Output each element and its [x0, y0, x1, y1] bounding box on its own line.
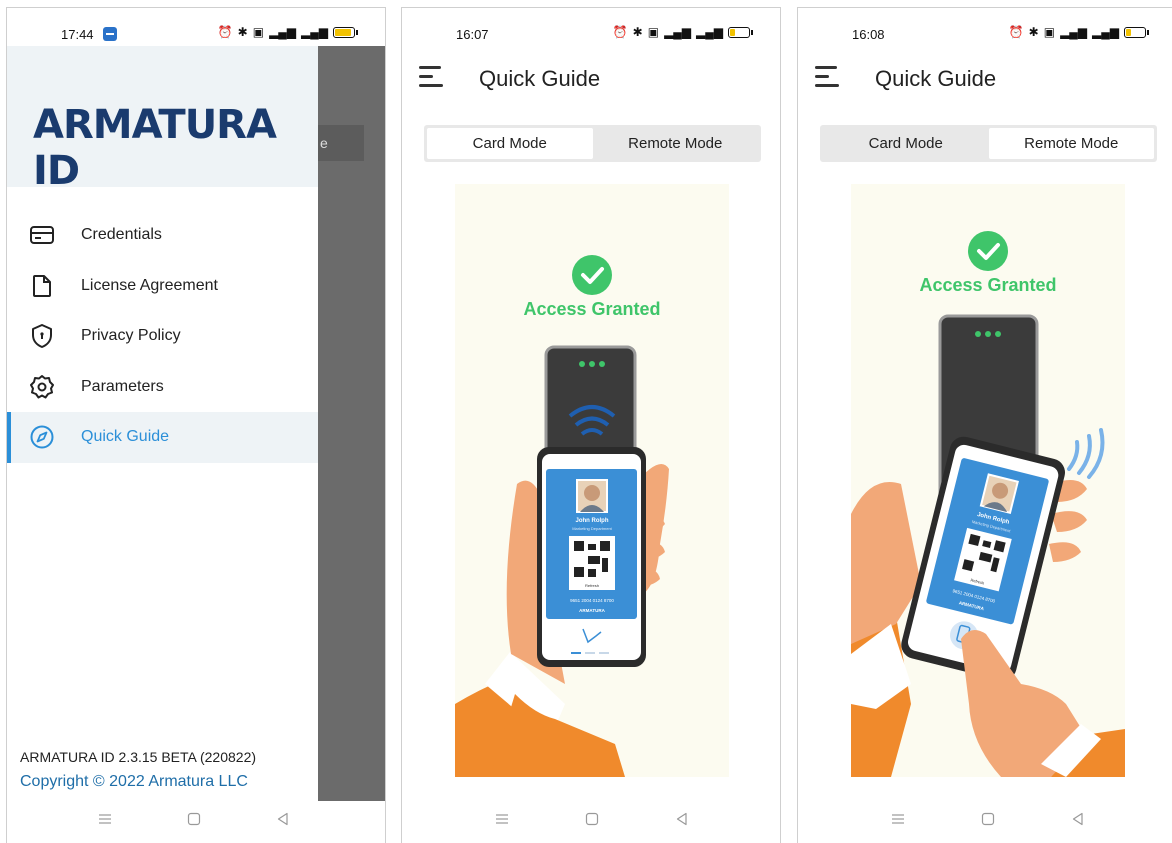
gear-icon: [27, 372, 57, 402]
menu-item-credentials[interactable]: Credentials: [7, 210, 318, 261]
signal-icon-2: ▂▄▆: [301, 25, 328, 39]
mode-segmented-control: Card Mode Remote Mode: [820, 125, 1157, 162]
status-icons: ⏰ ✱ ▣ ▂▄▆ ▂▄▆: [217, 25, 358, 39]
system-nav-bar: [7, 801, 385, 843]
copyright-text: Copyright © 2022 Armatura LLC: [20, 773, 248, 790]
signal-icon-2: ▂▄▆: [696, 25, 723, 39]
menu-label: Quick Guide: [81, 428, 170, 446]
back-button[interactable]: [1068, 809, 1088, 829]
status-icons: ⏰ ✱ ▣ ▂▄▆ ▂▄▆: [612, 25, 753, 39]
logo-id: ID: [33, 148, 80, 194]
app-bar: Quick Guide: [402, 48, 780, 108]
home-button[interactable]: [978, 809, 998, 829]
hd-icon: ▣: [1043, 25, 1056, 39]
app-version: ARMATURA ID 2.3.15 BETA (220822): [20, 749, 257, 765]
mode-segmented-control: Card Mode Remote Mode: [424, 125, 761, 162]
phone-screen-drawer: 17:44 ⏰ ✱ ▣ ▂▄▆ ▂▄▆ e ARMATURA ID Creden…: [6, 7, 386, 843]
recents-button[interactable]: [492, 809, 512, 829]
battery-icon: [728, 26, 753, 38]
access-granted-text: Access Granted: [919, 275, 1056, 295]
home-button[interactable]: [184, 809, 204, 829]
bluetooth-icon: ✱: [632, 25, 643, 39]
status-time: 16:08: [852, 27, 885, 42]
menu-label: License Agreement: [81, 276, 218, 294]
access-granted-text: Access Granted: [523, 299, 660, 319]
check-badge-icon: [572, 255, 612, 295]
status-bar: 17:44 ⏰ ✱ ▣ ▂▄▆ ▂▄▆: [7, 8, 385, 48]
check-badge-icon: [968, 231, 1008, 271]
back-button[interactable]: [273, 809, 293, 829]
status-bar: 16:07 ⏰ ✱ ▣ ▂▄▆ ▂▄▆: [402, 8, 780, 48]
bluetooth-icon: ✱: [237, 25, 248, 39]
shield-icon: [27, 321, 57, 351]
logo-text: ARMATURA: [33, 102, 277, 148]
status-bar: 16:08 ⏰ ✱ ▣ ▂▄▆ ▂▄▆: [798, 8, 1172, 48]
menu-label: Privacy Policy: [81, 327, 181, 345]
battery-icon: [1124, 26, 1149, 38]
system-nav-bar: [798, 801, 1172, 843]
menu-label: Credentials: [81, 226, 162, 244]
page-title: Quick Guide: [479, 66, 601, 91]
back-button[interactable]: [672, 809, 692, 829]
card-name: John Rolph: [576, 518, 609, 524]
card-brand: ARMATURA: [579, 608, 605, 613]
tab-card-mode[interactable]: Card Mode: [823, 128, 989, 159]
bluetooth-icon: ✱: [1028, 25, 1039, 39]
menu-icon[interactable]: [815, 66, 841, 88]
menu-item-parameters[interactable]: Parameters: [7, 362, 318, 413]
drawer-menu: Credentials License Agreement Privacy Po…: [7, 210, 318, 463]
armatura-logo: ARMATURA ID: [33, 102, 318, 194]
alarm-icon: ⏰: [1008, 25, 1024, 39]
battery-icon: [333, 26, 358, 38]
page-title: Quick Guide: [875, 66, 997, 91]
drawer-header: ARMATURA ID: [7, 46, 318, 194]
signal-icon: ▂▄▆: [664, 25, 692, 39]
tab-remote-mode[interactable]: Remote Mode: [988, 128, 1154, 159]
menu-item-privacy-policy[interactable]: Privacy Policy: [7, 311, 318, 362]
navigation-drawer: ARMATURA ID Credentials License Agreemen…: [7, 46, 318, 809]
card-number: 9651 2004 0124 8700: [570, 598, 614, 603]
recents-button[interactable]: [888, 809, 908, 829]
drawer-footer: ARMATURA ID 2.3.15 BETA (220822) Copyrig…: [20, 749, 256, 791]
remote-mode-illustration: Access Granted John Rolph Marketing Depa…: [851, 184, 1125, 777]
menu-item-license-agreement[interactable]: License Agreement: [7, 261, 318, 312]
system-nav-bar: [402, 801, 780, 843]
phone-screen-remote-mode: 16:08 ⏰ ✱ ▣ ▂▄▆ ▂▄▆ Quick Guide Card Mod…: [797, 7, 1172, 843]
background-segment-fragment: e: [318, 125, 364, 161]
status-icons: ⏰ ✱ ▣ ▂▄▆ ▂▄▆: [1008, 25, 1149, 39]
signal-icon: ▂▄▆: [1060, 25, 1088, 39]
menu-icon[interactable]: [419, 66, 445, 88]
document-icon: [27, 271, 57, 301]
card-department: Marketing Department: [572, 526, 612, 531]
phone-screen-card-mode: 16:07 ⏰ ✱ ▣ ▂▄▆ ▂▄▆ Quick Guide Card Mod…: [401, 7, 781, 843]
app-bar: Quick Guide: [798, 48, 1172, 108]
recents-button[interactable]: [95, 809, 115, 829]
tab-remote-mode[interactable]: Remote Mode: [593, 128, 759, 159]
app-notification-icon: [103, 27, 117, 41]
hd-icon: ▣: [647, 25, 660, 39]
alarm-icon: ⏰: [612, 25, 628, 39]
alarm-icon: ⏰: [217, 25, 233, 39]
status-time: 17:44: [61, 27, 94, 42]
tab-card-mode[interactable]: Card Mode: [427, 128, 593, 159]
card-icon: [27, 220, 57, 250]
menu-item-quick-guide[interactable]: Quick Guide: [7, 412, 318, 463]
hd-icon: ▣: [252, 25, 265, 39]
signal-icon: ▂▄▆: [269, 25, 297, 39]
compass-icon: [27, 422, 57, 452]
refresh-label: Refresh: [585, 583, 599, 588]
home-button[interactable]: [582, 809, 602, 829]
signal-icon-2: ▂▄▆: [1092, 25, 1119, 39]
status-time: 16:07: [456, 27, 489, 42]
card-mode-illustration: Access Granted John Rolph Marketing Depa…: [455, 184, 729, 777]
menu-label: Parameters: [81, 377, 164, 395]
